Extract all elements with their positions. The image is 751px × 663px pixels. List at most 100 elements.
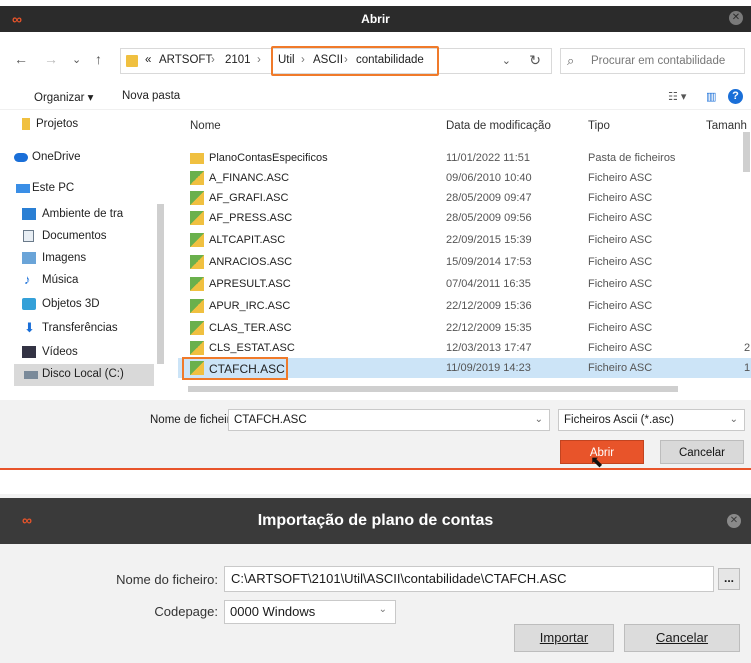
file-row[interactable]: CLAS_TER.ASC 22/12/2009 15:35 Ficheiro A… xyxy=(178,318,751,338)
address-bar[interactable]: « ARTSOFT › 2101 › Util › ASCII › contab… xyxy=(120,46,552,76)
sidebar-item-projetos[interactable]: Projetos xyxy=(14,114,154,136)
sidebar-item-label: Projetos xyxy=(36,118,79,130)
file-list-horizontal-scrollbar[interactable] xyxy=(176,384,744,394)
sidebar-item-transferencias[interactable]: ⬇ Transferências xyxy=(14,318,154,340)
chevron-down-icon[interactable]: ⌄ xyxy=(730,414,738,425)
file-type: Ficheiro ASC xyxy=(588,192,653,204)
file-name-label: Nome do ficheiro: xyxy=(116,572,218,587)
sidebar-item-objetos-3d[interactable]: Objetos 3D xyxy=(14,294,154,316)
column-header-date[interactable]: Data de modificação xyxy=(446,120,551,132)
breadcrumb-2101[interactable]: 2101 xyxy=(225,54,251,66)
asc-file-icon xyxy=(190,233,204,247)
import-button[interactable]: Importar xyxy=(514,624,614,652)
file-path-input[interactable]: C:\ARTSOFT\2101\Util\ASCII\contabilidade… xyxy=(224,566,714,592)
asc-file-icon xyxy=(190,171,204,185)
sidebar-item-label: OneDrive xyxy=(32,151,81,163)
search-icon: ⌕ xyxy=(567,53,575,68)
column-header-size[interactable]: Tamanh xyxy=(706,120,747,132)
column-header-name[interactable]: Nome xyxy=(190,120,221,132)
file-row[interactable]: A_FINANC.ASC 09/06/2010 10:40 Ficheiro A… xyxy=(178,168,751,188)
sidebar-item-label: Ambiente de tra xyxy=(42,208,124,220)
navigation-pane: Projetos OneDrive Este PC Ambiente de tr… xyxy=(14,114,162,404)
sidebar-item-ambiente-de-trabalho[interactable]: Ambiente de tra xyxy=(14,204,154,226)
asc-file-icon xyxy=(190,321,204,335)
file-list-vertical-scrollbar[interactable] xyxy=(742,112,751,382)
sidebar-scrollbar[interactable] xyxy=(155,114,165,394)
horizontal-scroll-thumb[interactable] xyxy=(188,386,678,392)
sidebar-item-imagens[interactable]: Imagens xyxy=(14,248,154,270)
file-row[interactable]: AF_GRAFI.ASC 28/05/2009 09:47 Ficheiro A… xyxy=(178,188,751,208)
file-name: AF_GRAFI.ASC xyxy=(209,192,289,204)
back-arrow-icon[interactable]: ← xyxy=(14,51,28,67)
images-icon xyxy=(22,252,36,264)
codepage-value: 0000 Windows xyxy=(230,604,316,619)
file-row[interactable]: ALTCAPIT.ASC 22/09/2015 15:39 Ficheiro A… xyxy=(178,230,751,250)
sidebar-item-musica[interactable]: ♪ Música xyxy=(14,270,154,292)
folder-icon xyxy=(22,118,30,130)
asc-file-icon xyxy=(190,211,204,225)
help-icon[interactable]: ? xyxy=(728,89,743,104)
sidebar-scroll-thumb[interactable] xyxy=(157,204,164,364)
codepage-select[interactable]: 0000 Windows ⌄ xyxy=(224,600,396,624)
close-icon[interactable]: ✕ xyxy=(729,11,743,25)
file-date: 12/03/2013 17:47 xyxy=(446,342,532,354)
recent-locations-icon[interactable]: ⌄ xyxy=(72,53,81,66)
file-name: PlanoContasEspecificos xyxy=(209,152,328,164)
cancel-button[interactable]: Cancelar xyxy=(660,440,744,464)
import-dialog-title: Importação de plano de contas xyxy=(257,512,494,529)
videos-icon xyxy=(22,346,36,358)
search-box[interactable]: ⌕ Procurar em contabilidade xyxy=(560,48,745,74)
file-type: Ficheiro ASC xyxy=(588,212,653,224)
file-date: 28/05/2009 09:47 xyxy=(446,192,532,204)
file-row[interactable]: ANRACIOS.ASC 15/09/2014 17:53 Ficheiro A… xyxy=(178,252,751,272)
file-row[interactable]: CLS_ESTAT.ASC 12/03/2013 17:47 Ficheiro … xyxy=(178,338,751,358)
browse-button[interactable]: ... xyxy=(718,568,740,590)
new-folder-button[interactable]: Nova pasta xyxy=(122,90,180,102)
desktop-icon xyxy=(22,208,36,220)
preview-pane-icon[interactable]: ▥ xyxy=(706,90,716,103)
file-row[interactable]: APRESULT.ASC 07/04/2011 16:35 Ficheiro A… xyxy=(178,274,751,294)
sidebar-item-documentos[interactable]: Documentos xyxy=(14,226,154,248)
close-icon[interactable]: ✕ xyxy=(727,514,741,528)
chevron-down-icon[interactable]: ⌄ xyxy=(379,604,387,615)
vertical-scroll-thumb[interactable] xyxy=(743,132,750,172)
up-arrow-icon[interactable]: ↑ xyxy=(95,51,102,67)
file-row[interactable]: APUR_IRC.ASC 22/12/2009 15:36 Ficheiro A… xyxy=(178,296,751,316)
view-options-icon[interactable]: ☷ ▾ xyxy=(668,90,686,103)
folder-icon xyxy=(126,55,138,67)
file-date: 22/09/2015 15:39 xyxy=(446,234,532,246)
file-name: APRESULT.ASC xyxy=(209,278,291,290)
cancel-button[interactable]: Cancelar xyxy=(624,624,740,652)
file-path-value: C:\ARTSOFT\2101\Util\ASCII\contabilidade… xyxy=(231,571,567,586)
sidebar-item-disco-local[interactable]: Disco Local (C:) xyxy=(14,364,154,386)
asc-file-icon xyxy=(190,299,204,313)
filename-value: CTAFCH.ASC xyxy=(234,414,307,426)
filename-label: Nome de ficheiro: xyxy=(150,414,241,426)
file-name: ALTCAPIT.ASC xyxy=(209,234,286,246)
objects3d-icon xyxy=(22,298,36,310)
file-row[interactable]: PlanoContasEspecificos 11/01/2022 11:51 … xyxy=(178,148,751,168)
breadcrumb-overflow[interactable]: « xyxy=(145,54,151,66)
sidebar-item-onedrive[interactable]: OneDrive xyxy=(14,147,154,169)
refresh-icon[interactable]: ↻ xyxy=(529,52,541,69)
sidebar-item-este-pc[interactable]: Este PC xyxy=(14,178,154,200)
address-dropdown-icon[interactable]: ⌄ xyxy=(502,54,511,67)
column-header-type[interactable]: Tipo xyxy=(588,120,610,132)
file-date: 09/06/2010 10:40 xyxy=(446,172,532,184)
file-type: Ficheiro ASC xyxy=(588,256,653,268)
filename-input[interactable]: CTAFCH.ASC ⌄ xyxy=(228,409,550,431)
asc-file-icon xyxy=(190,255,204,269)
file-date: 15/09/2014 17:53 xyxy=(446,256,532,268)
asc-file-icon xyxy=(190,277,204,291)
chevron-down-icon[interactable]: ⌄ xyxy=(535,414,543,425)
sidebar-item-videos[interactable]: Vídeos xyxy=(14,342,154,364)
pc-icon xyxy=(16,184,30,193)
file-date: 22/12/2009 15:36 xyxy=(446,300,532,312)
breadcrumb-artsoft[interactable]: ARTSOFT xyxy=(159,54,212,66)
dialog-toolbar: Organizar ▾ Nova pasta ☷ ▾ ▥ ? xyxy=(0,84,751,110)
filetype-select[interactable]: Ficheiros Ascii (*.asc) ⌄ xyxy=(558,409,745,431)
forward-arrow-icon[interactable]: → xyxy=(44,51,58,67)
organize-button[interactable]: Organizar ▾ xyxy=(34,90,93,104)
file-row[interactable]: AF_PRESS.ASC 28/05/2009 09:56 Ficheiro A… xyxy=(178,208,751,228)
file-type: Ficheiro ASC xyxy=(588,322,653,334)
